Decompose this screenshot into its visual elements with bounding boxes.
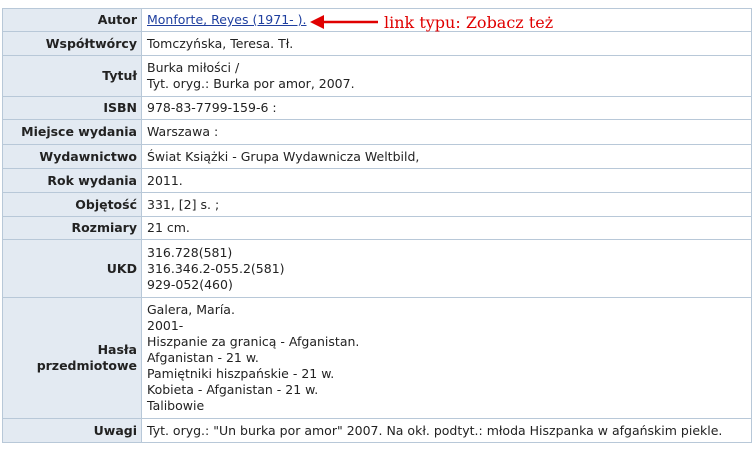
place-label: Miejsce wydania (2, 119, 142, 145)
udc-line: 316.728(581) (147, 244, 233, 260)
title-label: Tytuł (2, 55, 142, 97)
row-isbn: ISBN 978-83-7799-159-6 : (2, 96, 752, 120)
isbn-value: 978-83-7799-159-6 : (141, 96, 752, 120)
subject-heading: Kobieta - Afganistan - 21 w. (147, 382, 319, 397)
dimensions-value: 21 cm. (141, 216, 752, 240)
notes-label: Uwagi (2, 418, 142, 443)
subject-heading: Galera, María. (147, 302, 235, 317)
year-label: Rok wydania (2, 168, 142, 193)
arrow-left-icon (310, 15, 378, 29)
isbn-label: ISBN (2, 96, 142, 120)
subjects-label: przedmiotowe (36, 358, 137, 373)
udc-line: 316.346.2-055.2(581) (147, 260, 285, 276)
author-label: Autor (2, 8, 142, 32)
author-link[interactable]: Monforte, Reyes (1971- ). (147, 12, 307, 27)
row-publisher: Wydawnictwo Świat Książki - Grupa Wydawn… (2, 144, 752, 169)
place-value: Warszawa : (141, 119, 752, 145)
title-line: Tyt. oryg.: Burka por amor, 2007. (147, 76, 355, 91)
extent-label: Objętość (2, 192, 142, 217)
annotation-text: link typu: Zobacz też (384, 12, 554, 32)
year-value: 2011. (141, 168, 752, 193)
row-title: Tytuł Burka miłości / Tyt. oryg.: Burka … (2, 55, 752, 97)
udc-label: UKD (2, 239, 142, 298)
row-dimensions: Rozmiary 21 cm. (2, 216, 752, 240)
subjects-label: Hasła (97, 342, 137, 357)
row-place: Miejsce wydania Warszawa : (2, 119, 752, 145)
subject-heading: Pamiętniki hiszpańskie - 21 w. (147, 366, 335, 381)
udc-line: 929-052(460) (147, 276, 233, 292)
link-type-annotation: link typu: Zobacz też (310, 10, 553, 34)
row-udc: UKD 316.728(581) 316.346.2-055.2(581) 92… (2, 239, 752, 298)
subject-heading: Afganistan - 21 w. (147, 350, 259, 365)
row-contributors: Współtwórcy Tomczyńska, Teresa. Tł. (2, 31, 752, 56)
row-year: Rok wydania 2011. (2, 168, 752, 193)
row-notes: Uwagi Tyt. oryg.: "Un burka por amor" 20… (2, 418, 752, 443)
extent-value: 331, [2] s. ; (141, 192, 752, 217)
notes-value: Tyt. oryg.: "Un burka por amor" 2007. Na… (141, 418, 752, 443)
publisher-label: Wydawnictwo (2, 144, 142, 169)
contributors-value: Tomczyńska, Teresa. Tł. (141, 31, 752, 56)
row-extent: Objętość 331, [2] s. ; (2, 192, 752, 217)
publisher-value: Świat Książki - Grupa Wydawnicza Weltbil… (141, 144, 752, 169)
contributors-label: Współtwórcy (2, 31, 142, 56)
row-subjects: Hasła przedmiotowe Galera, María. 2001- … (2, 297, 752, 419)
dimensions-label: Rozmiary (2, 216, 142, 240)
title-line: Burka miłości / (147, 60, 240, 75)
subject-heading: 2001- (147, 318, 184, 333)
bibliographic-record-table: Autor Monforte, Reyes (1971- ). Współtwó… (2, 8, 752, 443)
subject-heading: Hiszpanie za granicą - Afganistan. (147, 334, 360, 349)
subject-heading: Talibowie (147, 398, 205, 413)
